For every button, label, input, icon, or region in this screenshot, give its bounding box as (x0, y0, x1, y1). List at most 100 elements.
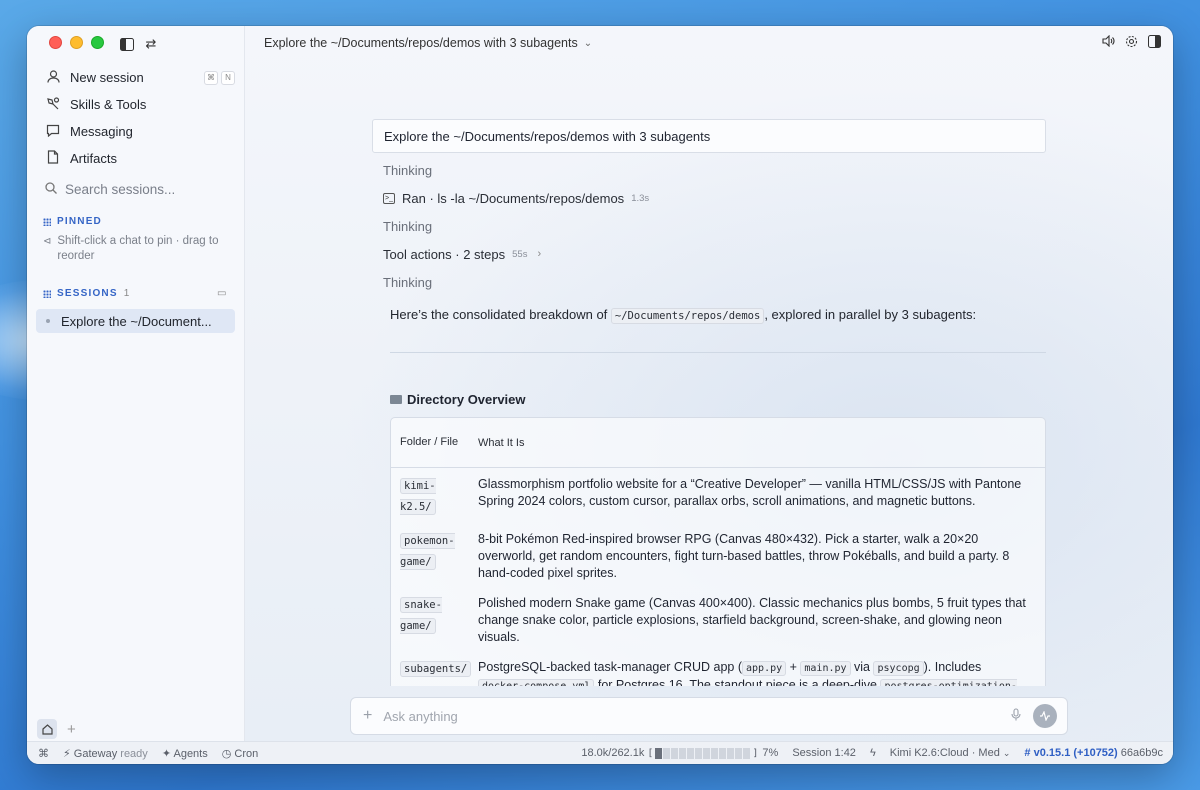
folder-name: snake-game/ (400, 597, 442, 634)
sidebar-toggle-icon[interactable] (119, 36, 135, 52)
grid-icon (43, 289, 51, 298)
section-heading: Directory Overview (390, 392, 1046, 407)
session-timer: Session 1:42 (792, 747, 856, 759)
search-placeholder: Search sessions... (65, 182, 176, 197)
column-header: Folder / File (400, 436, 459, 448)
context-bar-cell (671, 747, 679, 759)
context-bar-cell (711, 747, 719, 759)
messaging-button[interactable]: Messaging (37, 118, 235, 145)
lightning-icon[interactable]: ϟ (870, 747, 876, 759)
new-session-shortcut: ⌘ N (204, 70, 235, 85)
context-bar-cell (727, 747, 735, 759)
sessions-header: SESSIONS 1 (43, 288, 129, 299)
activity-icon: ⚡︎ (63, 747, 71, 760)
divider (390, 352, 1046, 353)
grid-icon (43, 217, 51, 226)
cron-button[interactable]: ◷ Cron (222, 747, 259, 760)
hash-icon: # (1024, 747, 1031, 759)
window-controls (49, 36, 104, 49)
home-button[interactable] (37, 719, 57, 739)
send-button[interactable] (1033, 704, 1057, 728)
version-info[interactable]: # v0.15.1 (+10752) 66a6b9c (1024, 747, 1163, 759)
folder-name-cell: pokemon-game/ (391, 531, 469, 582)
session-title: Explore the ~/Document... (61, 313, 212, 329)
user-message: Explore the ~/Documents/repos/demos with… (372, 119, 1046, 153)
step-duration: 1.3s (631, 192, 650, 204)
message-input[interactable]: Ask anything (383, 709, 457, 724)
gateway-status[interactable]: ⚡︎ Gateway ready (63, 747, 148, 760)
column-header: What It Is (478, 436, 525, 449)
app-window: ⇄ New session ⌘ N Skills & Tools Messagi… (27, 26, 1173, 764)
thinking-step[interactable]: Thinking (372, 156, 1046, 184)
table-row: subagents/PostgreSQL-backed task-manager… (391, 651, 1045, 686)
search-icon (45, 182, 57, 197)
conversation-content: Explore the ~/Documents/repos/demos with… (372, 119, 1046, 686)
plus-icon[interactable]: + (363, 707, 372, 725)
clock-icon: ◷ (221, 747, 232, 760)
description-cell: Polished modern Snake game (Canvas 400×4… (478, 596, 1026, 644)
inline-code: docker-compose.yml (478, 679, 595, 686)
table-row: pokemon-game/8-bit Pokémon Red-inspired … (391, 523, 1045, 582)
add-tab-button[interactable]: + (67, 721, 76, 738)
folder-name-cell: subagents/ (391, 659, 472, 686)
table-row: kimi-k2.5/Glassmorphism portfolio websit… (391, 468, 1045, 518)
close-window-button[interactable] (49, 36, 62, 49)
file-icon (45, 150, 61, 167)
artifacts-button[interactable]: Artifacts (37, 145, 235, 172)
context-bar-cell (719, 747, 727, 759)
inline-code: main.py (800, 661, 851, 676)
folder-name: subagents/ (400, 661, 472, 677)
context-bar-cell (743, 747, 751, 759)
table-header: Folder / File What It Is (391, 418, 1045, 468)
model-selector[interactable]: Kimi K2.6:Cloud · Med ⌄ (890, 747, 1011, 759)
thinking-step[interactable]: Thinking (372, 212, 1046, 240)
sparkle-icon: ✦ (161, 747, 172, 760)
sidebar-nav: New session ⌘ N Skills & Tools Messaging (37, 64, 235, 172)
folder-icon (390, 395, 402, 404)
context-bar (655, 747, 751, 759)
microphone-icon[interactable] (1011, 708, 1021, 724)
context-bar-cell (679, 747, 687, 759)
user-icon (45, 69, 61, 86)
maximize-window-button[interactable] (91, 36, 104, 49)
skills-tools-button[interactable]: Skills & Tools (37, 91, 235, 118)
inline-code: psycopg (873, 661, 924, 676)
context-bar-cell (687, 747, 695, 759)
artifacts-label: Artifacts (70, 151, 117, 166)
folder-name: kimi-k2.5/ (400, 478, 436, 515)
context-bar-cell (735, 747, 743, 759)
directory-table: Folder / File What It Is kimi-k2.5/Glass… (390, 417, 1046, 686)
main-panel: Explore the ~/Documents/repos/demos with… (245, 26, 1173, 741)
new-folder-icon[interactable]: ▭ (217, 288, 226, 299)
pinned-header: PINNED (43, 216, 102, 227)
table-row: snake-game/Polished modern Snake game (C… (391, 587, 1045, 646)
thinking-step[interactable]: Thinking (372, 268, 1046, 296)
step-duration: 55s (512, 248, 528, 260)
chevron-down-icon: ⌄ (1002, 748, 1011, 758)
context-bar-cell (703, 747, 711, 759)
session-dot (46, 319, 50, 323)
composer: + Ask anything (350, 697, 1068, 735)
skills-tools-label: Skills & Tools (70, 97, 147, 112)
terminal-icon: >_ (383, 192, 395, 204)
chevron-down-icon[interactable]: ⌄ (584, 38, 592, 49)
swap-icon[interactable]: ⇄ (143, 36, 159, 52)
session-item[interactable]: Explore the ~/Document... (36, 309, 235, 333)
speaker-icon[interactable] (1102, 34, 1115, 51)
panel-toggle-icon[interactable] (1148, 35, 1161, 51)
search-sessions-input[interactable]: Search sessions... (45, 182, 175, 197)
gear-icon[interactable] (1125, 35, 1138, 51)
command-icon[interactable]: ⌘ (38, 747, 49, 760)
minimize-window-button[interactable] (70, 36, 83, 49)
chevron-right-icon[interactable]: › (537, 248, 541, 260)
folder-name-cell: kimi-k2.5/ (391, 476, 469, 518)
new-session-button[interactable]: New session ⌘ N (37, 64, 235, 91)
description-cell: 8-bit Pokémon Red-inspired browser RPG (… (478, 532, 1010, 580)
agents-button[interactable]: ✦ Agents (162, 747, 208, 760)
ran-command-step[interactable]: >_ Ran · ls -la ~/Documents/repos/demos … (372, 184, 1046, 212)
conversation-title[interactable]: Explore the ~/Documents/repos/demos with… (264, 36, 578, 50)
description-cell: Glassmorphism portfolio website for a “C… (478, 477, 1022, 508)
context-usage: 18.0k/262.1k[] 7% (581, 747, 779, 759)
tool-actions-step[interactable]: Tool actions · 2 steps 55s › (372, 240, 1046, 268)
pin-icon: ⊲ (43, 236, 52, 247)
